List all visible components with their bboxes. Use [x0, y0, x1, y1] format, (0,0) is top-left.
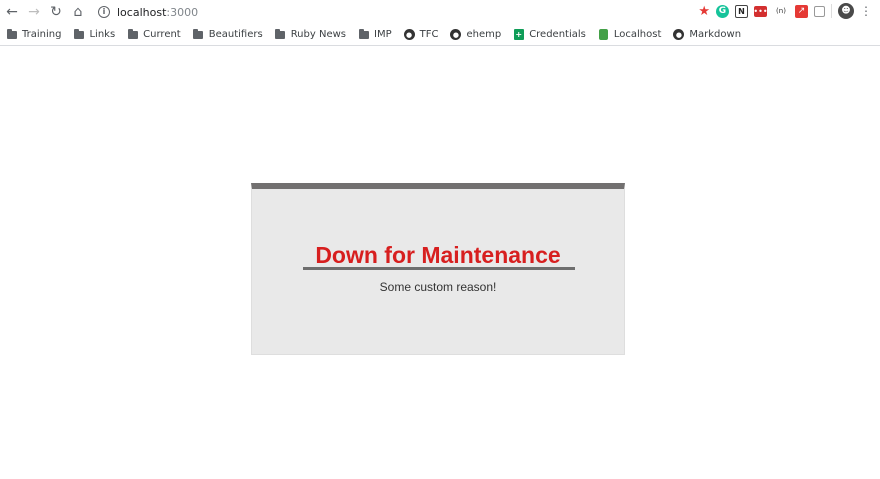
bookmark-tfc[interactable]: ● TFC: [403, 29, 439, 40]
folder-icon: [193, 28, 204, 40]
folder-icon: [358, 28, 369, 40]
bookmark-ehemp[interactable]: ● ehemp: [450, 29, 501, 40]
bookmark-label: Links: [89, 29, 116, 40]
reload-button[interactable]: ↻: [46, 2, 66, 22]
bookmark-label: Localhost: [613, 29, 662, 40]
bookmark-imp[interactable]: IMP: [358, 28, 392, 40]
bookmark-label: Training: [22, 29, 62, 40]
bookmark-label: Beautifiers: [208, 29, 263, 40]
page-content: Down for Maintenance Some custom reason!: [0, 46, 880, 479]
bookmarks-bar: Training Links Current Beautifiers Ruby …: [0, 24, 880, 46]
folder-icon: [73, 28, 84, 40]
notion-extension-icon[interactable]: N: [735, 4, 748, 18]
document-extension-icon[interactable]: [814, 5, 825, 17]
bookmark-localhost[interactable]: Localhost: [598, 29, 662, 40]
bookmark-links[interactable]: Links: [73, 28, 116, 40]
url-port: :3000: [166, 5, 199, 19]
folder-icon: [6, 28, 17, 40]
address-bar[interactable]: i localhost:3000: [98, 2, 198, 22]
bookmark-label: Current: [143, 29, 181, 40]
forward-button[interactable]: →: [24, 2, 44, 22]
bookmark-label: Markdown: [689, 29, 742, 40]
bookmark-beautifiers[interactable]: Beautifiers: [193, 28, 263, 40]
arrow-right-icon: →: [28, 4, 40, 20]
folder-icon: [275, 28, 286, 40]
chart-extension-icon[interactable]: ↗: [795, 4, 808, 18]
maintenance-card: Down for Maintenance Some custom reason!: [251, 183, 625, 355]
extensions-area: ★ G N ••• (n) ↗ ☻ ⋮: [698, 3, 872, 19]
bookmark-training[interactable]: Training: [6, 28, 62, 40]
browser-toolbar: ← → ↻ ⌂ i localhost:3000 ★ G N ••• (n) ↗…: [0, 0, 880, 24]
toolbar-divider: [831, 4, 832, 18]
info-icon[interactable]: i: [98, 6, 110, 18]
maintenance-title: Down for Maintenance: [315, 242, 561, 268]
bookmark-current[interactable]: Current: [127, 28, 181, 40]
postman-extension-icon[interactable]: (n): [773, 3, 789, 19]
bookmark-label: Ruby News: [290, 29, 346, 40]
url-text[interactable]: localhost:3000: [117, 6, 198, 19]
home-icon: ⌂: [73, 4, 83, 20]
back-button[interactable]: ←: [2, 2, 22, 22]
title-underline: [303, 267, 575, 270]
arrow-left-icon: ←: [6, 4, 18, 20]
bookmark-credentials[interactable]: + Credentials: [513, 29, 586, 40]
bookmark-markdown[interactable]: ● Markdown: [673, 29, 741, 40]
home-button[interactable]: ⌂: [68, 2, 88, 22]
url-host: localhost: [117, 5, 167, 19]
bookmark-label: TFC: [419, 29, 439, 40]
bookmark-label: Credentials: [529, 29, 586, 40]
lock-icon: [598, 29, 609, 40]
bookmark-ruby-news[interactable]: Ruby News: [275, 28, 346, 40]
bookmark-label: ehemp: [466, 29, 502, 40]
maintenance-reason: Some custom reason!: [379, 280, 497, 294]
dashlane-extension-icon[interactable]: •••: [753, 5, 768, 17]
reload-icon: ↻: [50, 4, 62, 20]
github-icon: ●: [450, 29, 462, 40]
star-icon[interactable]: ★: [698, 4, 710, 19]
grammarly-extension-icon[interactable]: G: [716, 4, 729, 18]
bookmark-label: IMP: [374, 29, 392, 40]
folder-icon: [127, 28, 138, 40]
github-icon: ●: [673, 29, 685, 40]
sheets-icon: +: [513, 29, 524, 40]
profile-avatar[interactable]: ☻: [838, 3, 854, 19]
kebab-menu-icon[interactable]: ⋮: [860, 4, 872, 18]
github-icon: ●: [403, 29, 415, 40]
